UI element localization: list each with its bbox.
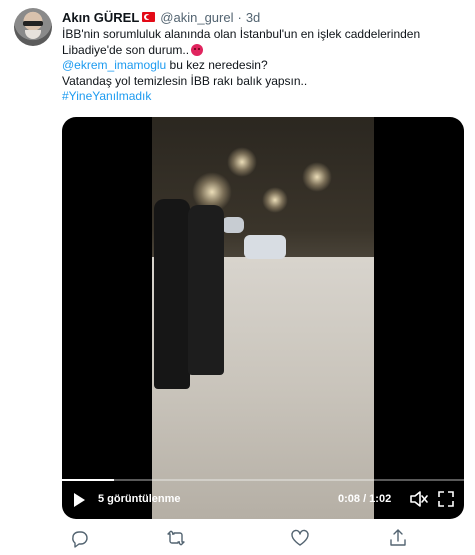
person [154, 199, 190, 389]
car [222, 217, 244, 233]
video-frame [152, 117, 374, 519]
mention-link[interactable]: @ekrem_imamoglu [62, 58, 166, 72]
tweet-actions [62, 528, 464, 548]
tweet-text: İBB'nin sorumluluk alanında olan İstanbu… [62, 27, 462, 105]
tweet[interactable]: Akın GÜREL @akin_gurel · 3d İBB'nin soru… [0, 0, 475, 555]
video-timecode: 0:08 / 1:02 [338, 493, 392, 505]
video-player[interactable]: 5 görüntülenme 0:08 / 1:02 [62, 117, 464, 519]
car [244, 235, 286, 259]
retweet-icon[interactable] [166, 528, 186, 548]
mute-icon[interactable] [410, 491, 428, 507]
fullscreen-icon[interactable] [438, 491, 454, 507]
angry-face-icon [191, 43, 204, 56]
street-light [302, 162, 332, 192]
hashtag-link[interactable]: #YineYanılmadık [62, 89, 462, 105]
tweet-text-line-1: İBB'nin sorumluluk alanında olan İstanbu… [62, 27, 421, 41]
person [188, 205, 224, 375]
video-progress-fill [62, 479, 115, 481]
play-icon[interactable] [74, 493, 85, 507]
header-separator: · [237, 9, 242, 25]
author-name[interactable]: Akın GÜREL [62, 10, 139, 25]
tweet-text-line-2-text: Libadiye'de son durum.. [62, 42, 190, 57]
video-progress-bar[interactable] [62, 479, 464, 481]
view-count: 5 görüntülenme [98, 493, 181, 505]
tweet-header: Akın GÜREL @akin_gurel · 3d [62, 9, 260, 25]
tweet-text-line-3: @ekrem_imamoglu bu kez neredesin? [62, 58, 462, 74]
avatar[interactable] [14, 8, 52, 46]
tweet-timestamp[interactable]: 3d [246, 10, 260, 25]
street-light [227, 147, 257, 177]
share-icon[interactable] [388, 528, 408, 548]
turkey-flag-icon [142, 12, 156, 22]
author-handle[interactable]: @akin_gurel [160, 10, 233, 25]
avatar-glasses [23, 21, 43, 26]
avatar-beard [25, 30, 41, 39]
video-controls: 5 görüntülenme 0:08 / 1:02 [62, 487, 464, 513]
like-icon[interactable] [290, 528, 310, 548]
tweet-text-line-3-rest: bu kez neredesin? [166, 58, 268, 72]
reply-icon[interactable] [70, 528, 90, 548]
street-light [262, 187, 288, 213]
tweet-text-line-2: Libadiye'de son durum.. [62, 43, 462, 59]
tweet-text-line-4: Vatandaş yol temizlesin İBB rakı balık y… [62, 73, 308, 88]
